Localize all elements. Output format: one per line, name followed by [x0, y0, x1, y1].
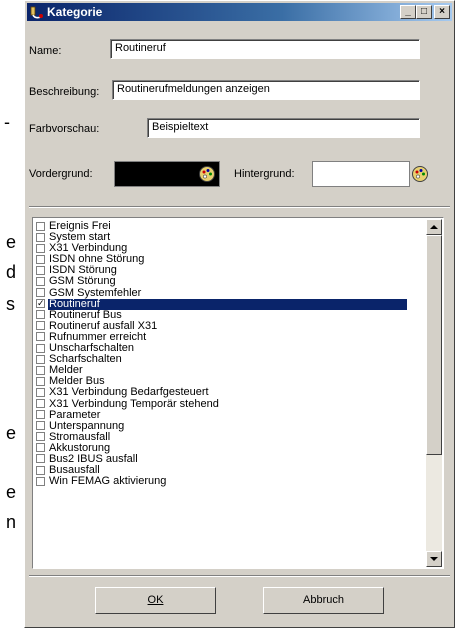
maximize-button[interactable]: □	[416, 5, 432, 19]
checkbox[interactable]	[36, 243, 45, 253]
checkbox[interactable]	[36, 454, 45, 464]
bg-letter: n	[6, 512, 17, 532]
checklist-items: Ereignis Frei System start X31 Verbindung I…	[34, 221, 420, 487]
window-title: Kategorie	[47, 5, 103, 19]
kategorie-dialog: Kategorie _ □ × Name: Routineruf Beschre…	[24, 0, 455, 628]
checkbox[interactable]	[36, 276, 45, 286]
checkbox[interactable]	[36, 310, 45, 320]
list-item-label: X31 Verbindung Bedarfgesteuert	[49, 386, 209, 399]
color-preview-box: Beispieltext	[147, 118, 420, 138]
checkbox[interactable]	[36, 432, 45, 442]
checkbox[interactable]	[36, 399, 45, 408]
palette-icon[interactable]	[197, 164, 217, 184]
list-item-label: GSM Störung	[49, 275, 116, 288]
separator	[29, 206, 450, 208]
ok-button[interactable]: OK	[95, 587, 216, 614]
list-item-label: Routineruf	[48, 298, 407, 310]
list-item[interactable]: Scharfschalten	[34, 354, 420, 365]
checkbox[interactable]	[36, 443, 45, 453]
bg-letter: e	[6, 482, 17, 502]
arrow-up-icon	[430, 225, 438, 229]
list-item-label: Win FEMAG aktivierung	[49, 475, 167, 488]
list-item-label: Parameter	[49, 408, 101, 421]
ok-button-label: OK	[147, 594, 164, 606]
checkbox[interactable]	[36, 232, 45, 242]
checkbox[interactable]	[36, 376, 45, 386]
checkbox[interactable]: ✓	[36, 299, 45, 309]
checkbox[interactable]	[36, 387, 45, 397]
scroll-down-button[interactable]	[426, 551, 442, 567]
name-field[interactable]: Routineruf	[110, 39, 420, 59]
close-button[interactable]: ×	[434, 5, 450, 19]
checkbox[interactable]	[36, 321, 45, 331]
cancel-button[interactable]: Abbruch	[263, 587, 384, 614]
checkbox[interactable]	[36, 476, 45, 486]
bg-letter: d	[6, 262, 17, 282]
bg-letter: e	[6, 232, 17, 252]
foreground-label: Vordergrund:	[29, 168, 93, 180]
vertical-scrollbar[interactable]	[426, 219, 442, 567]
list-item-label: X31 Verbindung Temporär stehend	[49, 397, 219, 410]
checkbox[interactable]	[36, 365, 45, 375]
bg-letter: -	[4, 112, 10, 132]
palette-icon[interactable]	[410, 164, 430, 184]
arrow-down-icon	[430, 557, 438, 561]
checkbox[interactable]	[36, 410, 45, 420]
list-item[interactable]: GSM Systemfehler	[34, 286, 420, 299]
preview-label: Farbvorschau:	[29, 123, 100, 135]
title-bar[interactable]: Kategorie _ □ ×	[27, 3, 452, 21]
list-item[interactable]: X31 Verbindung Temporär stehend	[34, 397, 420, 410]
checkbox[interactable]	[36, 288, 45, 298]
checkbox[interactable]	[36, 343, 45, 353]
bg-letter: e	[6, 423, 17, 443]
list-item[interactable]: X31 Verbindung Bedarfgesteuert	[34, 387, 420, 398]
cancel-button-label: Abbruch	[303, 594, 344, 606]
checkbox[interactable]	[36, 221, 45, 231]
app-icon	[30, 6, 43, 19]
list-item[interactable]: Win FEMAG aktivierung	[34, 476, 420, 487]
list-item-label: GSM Systemfehler	[49, 286, 142, 299]
minimize-button[interactable]: _	[400, 5, 416, 19]
name-label: Name:	[29, 45, 62, 57]
checkbox[interactable]	[36, 265, 45, 275]
description-field[interactable]: Routinerufmeldungen anzeigen	[112, 80, 420, 100]
checkbox[interactable]	[36, 254, 45, 264]
separator	[29, 575, 450, 577]
checkbox[interactable]	[36, 421, 45, 431]
checkbox[interactable]	[36, 354, 45, 364]
checkbox[interactable]	[36, 465, 45, 475]
bg-letter: s	[6, 294, 15, 314]
scroll-thumb[interactable]	[426, 235, 442, 455]
checkbox[interactable]	[36, 332, 45, 342]
category-checklist[interactable]: Ereignis Frei System start X31 Verbindung I…	[32, 217, 444, 569]
background-color-box	[312, 161, 410, 187]
list-item[interactable]: GSM Störung	[34, 276, 420, 287]
background-label: Hintergrund:	[234, 168, 295, 180]
scroll-up-button[interactable]	[426, 219, 442, 235]
description-label: Beschreibung:	[29, 86, 100, 98]
